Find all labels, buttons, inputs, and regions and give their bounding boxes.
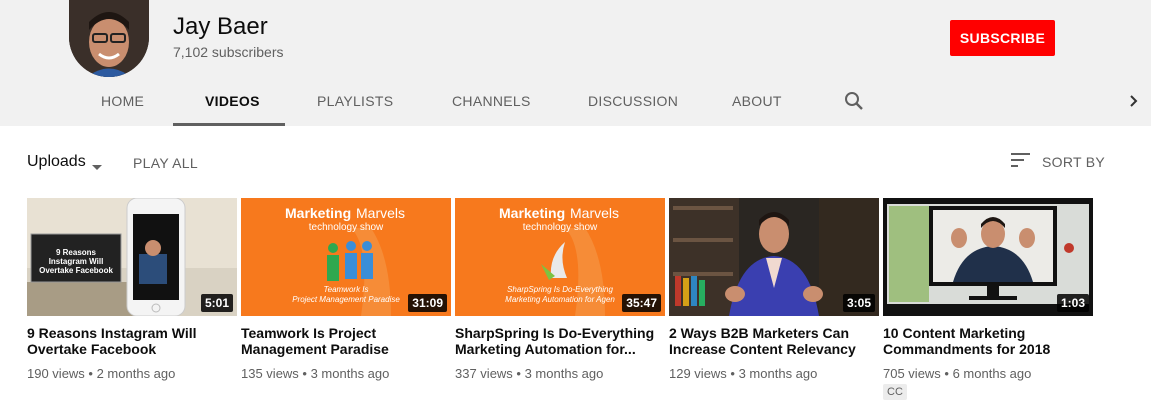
view-count: 135 views: [241, 366, 299, 381]
caret-down-icon[interactable]: [91, 159, 103, 170]
video-thumbnail[interactable]: Marketing Marvels technology show SharpS…: [455, 198, 665, 316]
duration-badge: 1:03: [1056, 294, 1089, 312]
tab-playlists[interactable]: PLAYLISTS: [317, 93, 393, 109]
duration-badge: 5:01: [200, 294, 233, 312]
video-title[interactable]: 9 Reasons Instagram Will Overtake Facebo…: [27, 325, 237, 357]
video-thumbnail[interactable]: Marketing Marvels technology show Teamwo…: [241, 198, 451, 316]
duration-badge: 35:47: [622, 294, 661, 312]
duration-badge: 31:09: [408, 294, 447, 312]
thumb-text: technology show: [523, 222, 598, 233]
video-thumbnail[interactable]: 3:05: [669, 198, 879, 316]
thumb-text: technology show: [309, 222, 384, 233]
view-count: 337 views: [455, 366, 513, 381]
video-meta: 129 views • 3 months ago: [669, 366, 818, 381]
video-card[interactable]: 1:03 10 Content Marketing Commandments f…: [883, 198, 1093, 400]
closed-captions-badge: CC: [883, 384, 907, 400]
tab-videos[interactable]: VIDEOS: [205, 93, 260, 109]
video-title[interactable]: 10 Content Marketing Commandments for 20…: [883, 325, 1093, 357]
thumb-text: Marvels: [570, 205, 619, 221]
thumb-text: Marketing: [285, 205, 351, 221]
video-meta: 337 views • 3 months ago: [455, 366, 604, 381]
video-card[interactable]: 9 Reasons Instagram Will Overtake Facebo…: [27, 198, 237, 381]
search-icon[interactable]: [843, 90, 865, 112]
thumb-text: Marketing Automation for Agen: [505, 295, 615, 304]
video-meta: 135 views • 3 months ago: [241, 366, 390, 381]
video-meta: 705 views • 6 months ago: [883, 366, 1032, 381]
sort-icon[interactable]: [1011, 152, 1031, 168]
video-title[interactable]: Teamwork Is Project Management Paradise: [241, 325, 451, 357]
tab-about[interactable]: ABOUT: [732, 93, 782, 109]
view-count: 705 views: [883, 366, 941, 381]
subscribe-button[interactable]: SUBSCRIBE: [950, 20, 1055, 56]
video-meta: 190 views • 2 months ago: [27, 366, 176, 381]
upload-age: 2 months ago: [96, 366, 176, 381]
upload-age: 6 months ago: [952, 366, 1032, 381]
view-count: 190 views: [27, 366, 85, 381]
thumb-text: Project Management Paradise: [292, 295, 400, 304]
thumb-text: Overtake Facebook: [39, 266, 113, 275]
play-all-button[interactable]: PLAY ALL: [133, 155, 198, 171]
thumb-text: Instagram Will: [49, 257, 104, 266]
chevron-right-icon[interactable]: [1125, 90, 1143, 112]
upload-age: 3 months ago: [310, 366, 390, 381]
video-title[interactable]: 2 Ways B2B Marketers Can Increase Conten…: [669, 325, 879, 357]
tab-discussion[interactable]: DISCUSSION: [588, 93, 678, 109]
active-tab-indicator: [173, 123, 285, 126]
upload-age: 3 months ago: [524, 366, 604, 381]
channel-name[interactable]: Jay Baer: [173, 13, 268, 41]
thumb-text: SharpSpring Is Do-Everything: [507, 285, 613, 294]
thumb-text: Marvels: [356, 205, 405, 221]
sort-by-button[interactable]: SORT BY: [1042, 154, 1105, 170]
uploads-dropdown[interactable]: Uploads: [27, 153, 86, 171]
video-thumbnail[interactable]: 1:03: [883, 198, 1093, 316]
video-card[interactable]: Marketing Marvels technology show Teamwo…: [241, 198, 451, 381]
video-title[interactable]: SharpSpring Is Do-Everything Marketing A…: [455, 325, 665, 357]
video-card[interactable]: Marketing Marvels technology show SharpS…: [455, 198, 665, 381]
upload-age: 3 months ago: [738, 366, 818, 381]
video-thumbnail[interactable]: 9 Reasons Instagram Will Overtake Facebo…: [27, 198, 237, 316]
tab-channels[interactable]: CHANNELS: [452, 93, 531, 109]
channel-header: Jay Baer 7,102 subscribers SUBSCRIBE HOM…: [0, 0, 1151, 126]
video-card[interactable]: 3:05 2 Ways B2B Marketers Can Increase C…: [669, 198, 879, 381]
thumb-text: Teamwork Is: [323, 285, 368, 294]
thumb-text: Marketing: [499, 205, 565, 221]
duration-badge: 3:05: [842, 294, 875, 312]
tab-home[interactable]: HOME: [101, 93, 144, 109]
thumb-text: 9 Reasons: [56, 248, 97, 257]
channel-avatar[interactable]: [69, 0, 149, 77]
subscriber-count: 7,102 subscribers: [173, 44, 284, 60]
view-count: 129 views: [669, 366, 727, 381]
